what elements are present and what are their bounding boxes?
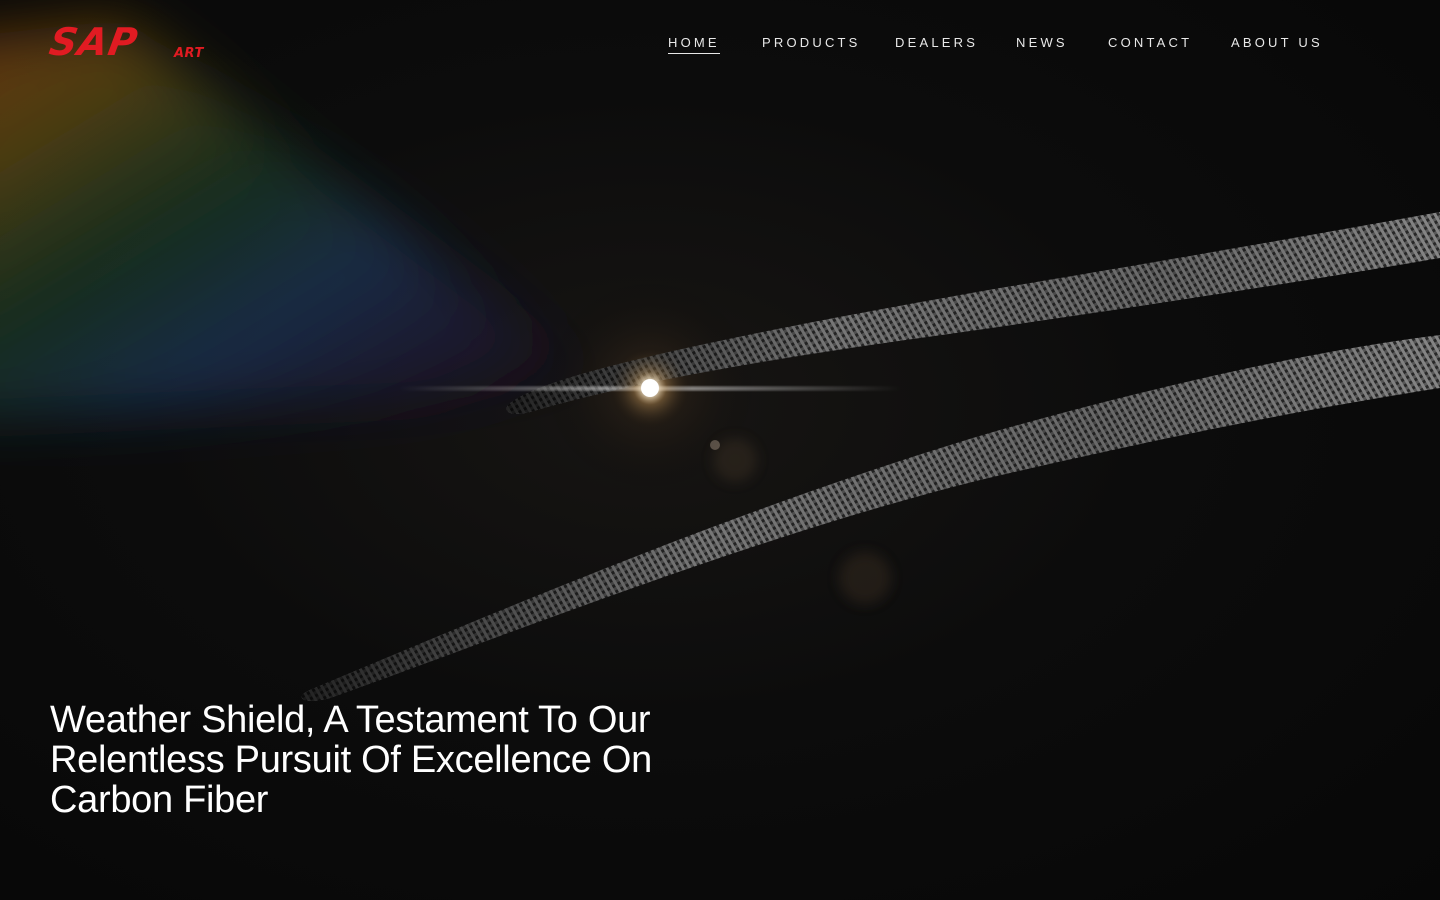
nav-item-products[interactable]: PRODUCTS	[762, 35, 861, 50]
hero-title: Weather Shield, A Testament To Our Relen…	[50, 699, 652, 821]
nav-item-contact[interactable]: CONTACT	[1108, 35, 1192, 50]
brand-logo[interactable]: SAP ART	[46, 20, 220, 64]
page: SAP ART HOME PRODUCTS DEALERS NEWS CONTA…	[0, 0, 1440, 900]
nav-item-about-us[interactable]: ABOUT US	[1231, 35, 1323, 50]
logo-main-text: SAP	[46, 20, 142, 64]
site-header: SAP ART HOME PRODUCTS DEALERS NEWS CONTA…	[0, 0, 1440, 90]
nav-item-news[interactable]: NEWS	[1016, 35, 1068, 50]
nav-item-dealers[interactable]: DEALERS	[895, 35, 978, 50]
nav-item-home[interactable]: HOME	[668, 35, 720, 54]
logo-sub-text: ART	[174, 46, 204, 61]
